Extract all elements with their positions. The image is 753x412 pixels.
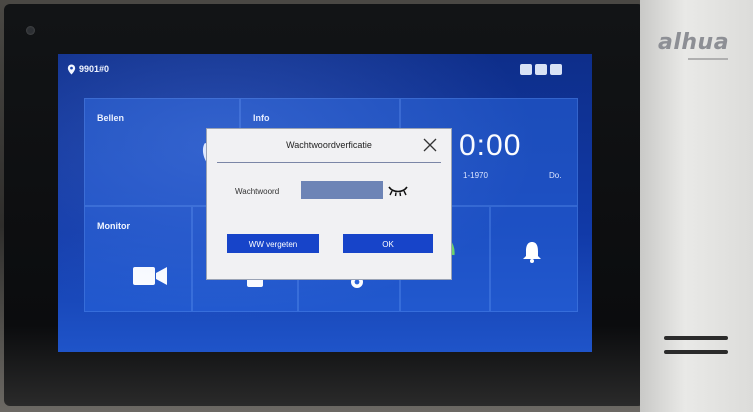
password-label: Wachtwoord <box>235 187 280 196</box>
speaker-grille-bottom <box>664 350 728 354</box>
clock-day: Do. <box>549 171 562 180</box>
eye-closed-icon[interactable] <box>387 183 409 197</box>
dialog-title: Wachtwoordverficatie <box>286 140 372 150</box>
camera-lens <box>26 26 35 35</box>
brand-underline <box>688 58 728 60</box>
ok-button[interactable]: OK <box>343 234 433 253</box>
speaker-grille-top <box>664 336 728 340</box>
tile-monitor[interactable]: Monitor <box>84 206 192 312</box>
close-icon[interactable] <box>423 138 437 152</box>
dialog-divider <box>217 162 441 163</box>
status-icons <box>520 64 562 75</box>
brand-logo: alhua <box>658 30 730 55</box>
tile-call-label: Bellen <box>97 113 125 123</box>
status-bar: 9901#0 <box>58 54 592 84</box>
location-pin-icon <box>67 64 76 75</box>
tile-info-label: Info <box>253 113 270 123</box>
clock-time: 0:00 <box>459 129 522 162</box>
image-icon <box>535 64 547 75</box>
clock-date: 1-1970 <box>463 171 488 180</box>
device-side-panel: alhua <box>640 0 753 412</box>
forgot-password-button[interactable]: WW vergeten <box>227 234 319 253</box>
tile-monitor-label: Monitor <box>97 221 130 231</box>
password-input[interactable] <box>301 181 383 199</box>
touch-screen: 9901#0 Bellen Info 0:00 1-1970 Do. Monit… <box>58 54 592 352</box>
message-icon <box>550 64 562 75</box>
sd-card-icon <box>520 64 532 75</box>
intercom-device: alhua 9901#0 Bellen Info 0:00 1-1970 Do.… <box>0 0 753 412</box>
bell-icon <box>523 242 541 263</box>
tile-alarm[interactable] <box>490 206 578 312</box>
video-camera-icon <box>133 267 167 285</box>
password-dialog: Wachtwoordverficatie Wachtwoord WW verge… <box>206 128 452 280</box>
room-number: 9901#0 <box>79 64 110 74</box>
